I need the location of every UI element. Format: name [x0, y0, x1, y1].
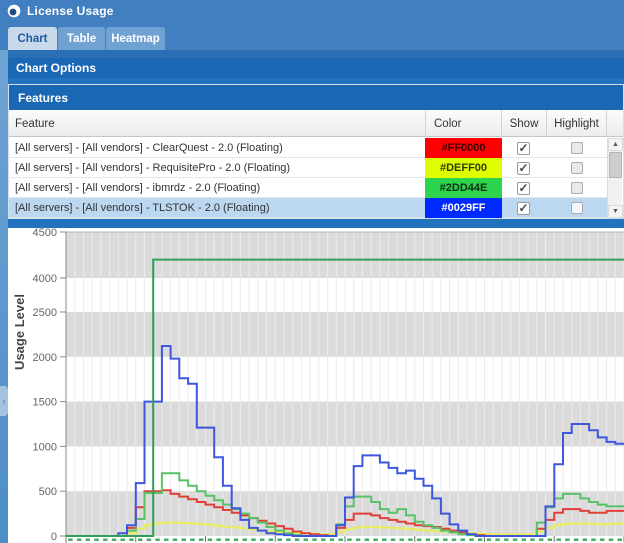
- panel-collapse-handle[interactable]: ‹: [0, 386, 8, 416]
- svg-text:4000: 4000: [33, 273, 57, 285]
- feature-name: [All servers] - [All vendors] - TLSTOK -…: [15, 198, 270, 218]
- tab-heatmap[interactable]: Heatmap: [106, 27, 165, 50]
- column-header-color: Color: [425, 110, 501, 137]
- feature-name: [All servers] - [All vendors] - ibmrdz -…: [15, 178, 260, 198]
- usage-chart-panel: Usage Level 0500100015002000250040004500: [8, 228, 624, 543]
- chart-options-bar[interactable]: Chart Options: [8, 58, 624, 78]
- column-header-end-spacer: [606, 110, 623, 137]
- feature-color-cell[interactable]: #FF0000: [425, 138, 502, 158]
- tab-table[interactable]: Table: [58, 27, 105, 50]
- highlight-checkbox[interactable]: [571, 202, 583, 214]
- app-logo-icon: [7, 4, 21, 18]
- features-table: Feature Color Show Highlight [All server…: [9, 110, 623, 218]
- license-usage-window: License Usage Chart Table Heatmap ‹ Char…: [0, 0, 624, 543]
- scrollbar-thumb[interactable]: [609, 152, 622, 178]
- tab-chart[interactable]: Chart: [8, 27, 57, 50]
- svg-text:500: 500: [39, 486, 57, 498]
- feature-name: [All servers] - [All vendors] - Requisit…: [15, 158, 290, 178]
- show-checkbox[interactable]: ✓: [517, 162, 530, 175]
- svg-text:0: 0: [51, 531, 57, 543]
- scrollbar-down-arrow-icon[interactable]: ▼: [608, 205, 623, 218]
- svg-text:4500: 4500: [33, 228, 57, 239]
- table-row[interactable]: [All servers] - [All vendors] - ibmrdz -…: [9, 178, 607, 198]
- features-panel-header: Features: [9, 85, 623, 110]
- column-header-feature: Feature: [9, 110, 425, 137]
- table-row[interactable]: [All servers] - [All vendors] - ClearQue…: [9, 138, 607, 158]
- title-bar: License Usage: [0, 0, 624, 22]
- feature-name: [All servers] - [All vendors] - ClearQue…: [15, 138, 283, 158]
- usage-chart-plot: 0 500 1000 1500 2000 2500 4000 4500: [8, 228, 624, 543]
- table-row[interactable]: [All servers] - [All vendors] - Requisit…: [9, 158, 607, 178]
- feature-color-cell[interactable]: #0029FF: [425, 198, 502, 218]
- feature-color-cell[interactable]: #DEFF00: [425, 158, 502, 178]
- left-splitter-strip: ‹: [0, 50, 8, 543]
- tab-divider: [0, 50, 624, 58]
- features-rows: [All servers] - [All vendors] - ClearQue…: [9, 138, 607, 218]
- features-panel: Features Feature Color Show Highlight [A…: [8, 84, 624, 219]
- column-header-show: Show: [501, 110, 546, 137]
- show-checkbox[interactable]: ✓: [517, 202, 530, 215]
- svg-text:1000: 1000: [33, 441, 57, 453]
- highlight-checkbox[interactable]: [571, 182, 583, 194]
- svg-text:2000: 2000: [33, 352, 57, 364]
- feature-color-cell[interactable]: #2DD44E: [425, 178, 502, 198]
- scrollbar-up-arrow-icon[interactable]: ▲: [608, 138, 623, 151]
- show-checkbox[interactable]: ✓: [517, 142, 530, 155]
- features-table-header: Feature Color Show Highlight: [9, 110, 623, 137]
- highlight-checkbox[interactable]: [571, 162, 583, 174]
- table-row[interactable]: [All servers] - [All vendors] - TLSTOK -…: [9, 198, 607, 218]
- highlight-checkbox[interactable]: [571, 142, 583, 154]
- window-title: License Usage: [27, 4, 114, 18]
- show-checkbox[interactable]: ✓: [517, 182, 530, 195]
- tab-strip: Chart Table Heatmap: [0, 22, 624, 50]
- table-scrollbar[interactable]: ▲ ▼: [607, 138, 622, 218]
- svg-text:2500: 2500: [33, 307, 57, 319]
- svg-text:1500: 1500: [33, 397, 57, 409]
- column-header-highlight: Highlight: [546, 110, 606, 137]
